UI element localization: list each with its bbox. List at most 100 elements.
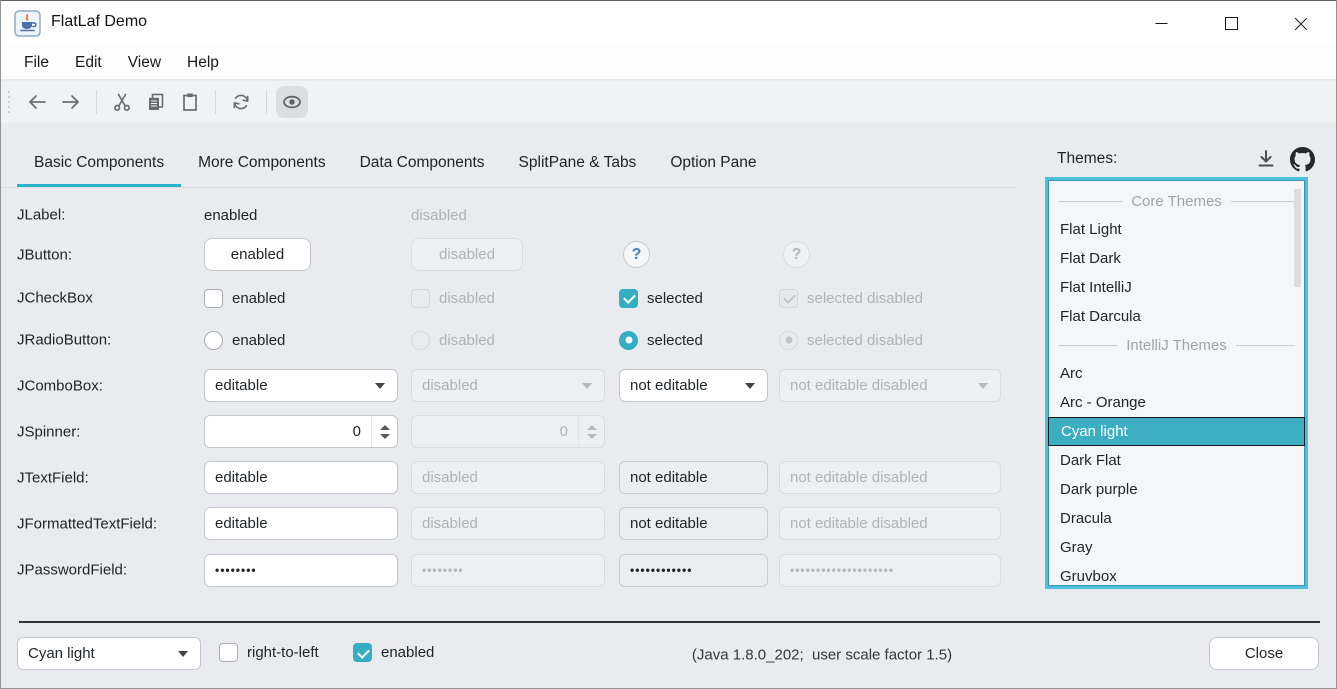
passwordfield-not-editable-disabled: •••••••••••••••••••• [779,554,1001,587]
spinner-down-icon[interactable] [380,434,390,439]
menu-edit[interactable]: Edit [62,46,115,79]
tab-basic-components[interactable]: Basic Components [17,142,181,187]
spinner-value: 0 [412,423,578,440]
combobox-value: not editable disabled [790,377,928,394]
chevron-down-icon[interactable] [375,383,385,389]
jbutton-help[interactable]: ? [623,241,650,268]
radio-disabled: disabled [411,331,495,350]
right-to-left-checkbox[interactable]: right-to-left [219,643,319,662]
theme-item-arc[interactable]: Arc [1048,359,1305,388]
app-window: FlatLaf Demo File Edit View Help [0,0,1337,689]
toolbar-grip[interactable] [8,91,10,113]
close-window-button[interactable] [1266,1,1336,46]
jcombobox-row-label: JComboBox: [17,377,103,394]
chevron-down-icon [978,383,988,389]
forward-button[interactable] [55,86,87,118]
combobox-editable[interactable]: editable [204,369,398,402]
theme-item-gray[interactable]: Gray [1048,533,1305,562]
toolbar-separator [215,90,216,114]
main-content: Basic Components More Components Data Co… [1,123,1336,621]
github-link-button[interactable] [1289,146,1315,172]
password-dots: •••••••••••• [630,563,692,577]
paste-icon [180,92,200,112]
theme-item-flat-darcula[interactable]: Flat Darcula [1048,302,1305,331]
scissors-icon [112,92,132,112]
window-title: FlatLaf Demo [51,13,147,31]
theme-item-dark-flat[interactable]: Dark Flat [1048,446,1305,475]
theme-item-flat-dark[interactable]: Flat Dark [1048,244,1305,273]
jformattedtextfield-row-label: JFormattedTextField: [17,515,157,532]
copy-button[interactable] [140,86,172,118]
radio-selected[interactable]: selected [619,331,703,350]
spinner-up-icon[interactable] [380,425,390,430]
checkbox-icon [411,289,430,308]
passwordfield-editable[interactable]: •••••••• [204,554,398,587]
theme-item-flat-intellij[interactable]: Flat IntelliJ [1048,273,1305,302]
jbutton-row: JButton: enabled disabled ? ? [1,238,1017,271]
radio-selected-disabled-label: selected disabled [807,332,923,349]
combobox-not-editable[interactable]: not editable [619,369,768,402]
spinner-up-icon [587,425,597,430]
jbutton-enabled[interactable]: enabled [204,238,311,271]
download-themes-button[interactable] [1253,146,1279,172]
chevron-down-icon [582,383,592,389]
jtextfield-row: JTextField: editable disabled not editab… [1,461,1017,494]
theme-item-cyan-light[interactable]: Cyan light [1048,417,1305,446]
spinner-enabled[interactable]: 0 [204,415,398,448]
tab-option-pane[interactable]: Option Pane [653,142,773,187]
checkbox-selected-label: selected [647,290,703,307]
copy-icon [146,92,166,112]
checkbox-selected[interactable]: selected [619,289,703,308]
passwordfield-not-editable: •••••••••••• [619,554,768,587]
jradiobutton-row: JRadioButton: enabled disabled selected … [1,329,1017,351]
tab-more-components[interactable]: More Components [181,142,343,187]
show-hidden-toggle-button[interactable] [276,86,308,118]
combobox-disabled: disabled [411,369,605,402]
textfield-disabled: disabled [411,461,605,494]
menu-view[interactable]: View [115,46,174,79]
themes-group-header: Core Themes [1048,187,1305,215]
theme-selector-combobox[interactable]: Cyan light [17,637,201,670]
theme-item-gruvbox[interactable]: Gruvbox [1048,562,1305,589]
spinner-value[interactable]: 0 [205,423,371,440]
tab-data-components[interactable]: Data Components [343,142,502,187]
jcheckbox-row-label: JCheckBox [17,290,93,307]
spinner-down-icon [587,434,597,439]
jformattedtextfield-row: JFormattedTextField: editable disabled n… [1,507,1017,540]
radio-selected-icon [619,331,638,350]
chevron-down-icon[interactable] [178,651,188,657]
checkbox-disabled-label: disabled [439,290,495,307]
radio-icon [204,331,223,350]
checkbox-icon [219,643,238,662]
theme-item-arc-orange[interactable]: Arc - Orange [1048,388,1305,417]
spinner-buttons [578,416,604,447]
refresh-button[interactable] [225,86,257,118]
cut-button[interactable] [106,86,138,118]
spinner-buttons[interactable] [371,416,397,447]
back-button[interactable] [21,86,53,118]
themes-scrollbar-thumb[interactable] [1294,189,1301,287]
textfield-editable[interactable]: editable [204,461,398,494]
radio-enabled-label: enabled [232,332,285,349]
themes-list[interactable]: Core Themes Flat Light Flat Dark Flat In… [1045,177,1308,589]
minimize-button[interactable] [1126,1,1196,46]
formattedtextfield-not-editable: not editable [619,507,768,540]
formattedtextfield-editable[interactable]: editable [204,507,398,540]
theme-item-dark-purple[interactable]: Dark purple [1048,475,1305,504]
menu-help[interactable]: Help [174,46,232,79]
menu-file[interactable]: File [11,46,62,79]
tab-splitpane-tabs[interactable]: SplitPane & Tabs [502,142,654,187]
theme-item-flat-light[interactable]: Flat Light [1048,215,1305,244]
enabled-checkbox[interactable]: enabled [353,643,434,662]
checkbox-enabled[interactable]: enabled [204,289,285,308]
radio-enabled[interactable]: enabled [204,331,285,350]
formattedtextfield-disabled: disabled [411,507,605,540]
bottom-separator [19,621,1320,623]
close-button[interactable]: Close [1209,637,1319,670]
spinner-disabled: 0 [411,415,605,448]
theme-item-dracula[interactable]: Dracula [1048,504,1305,533]
github-icon [1290,147,1315,172]
paste-button[interactable] [174,86,206,118]
chevron-down-icon[interactable] [745,383,755,389]
maximize-button[interactable] [1196,1,1266,46]
